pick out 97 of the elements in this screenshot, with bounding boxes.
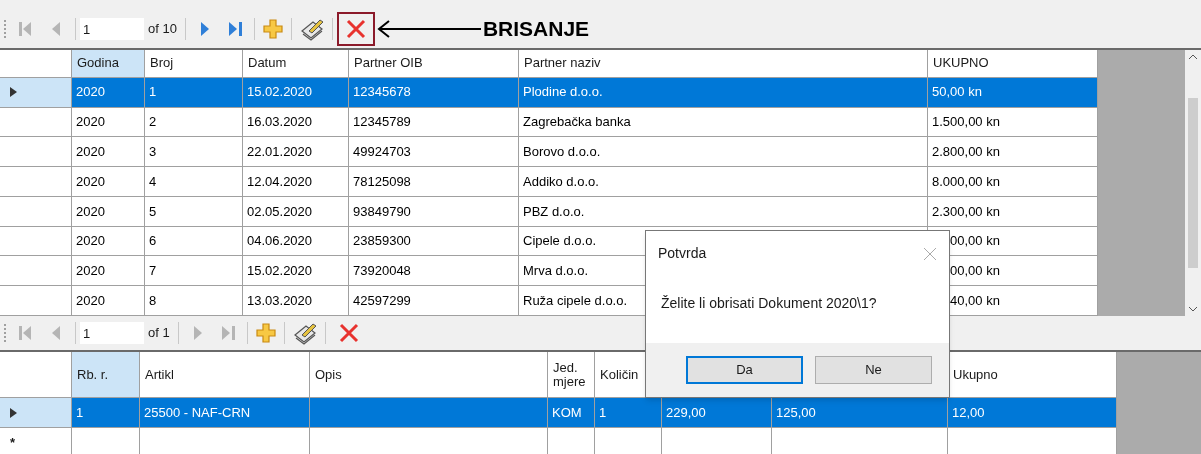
page-count: of 1 [147,324,171,343]
position-field[interactable]: 1 [80,322,144,344]
table-cell: 12345678 [349,77,519,108]
grid-corner [0,352,72,398]
scroll-up-icon[interactable] [1189,54,1197,59]
table-cell [72,428,140,454]
table-cell: 42597299 [349,286,519,316]
row-header[interactable] [0,226,72,257]
table-cell: 2020 [72,167,145,197]
scroll-down-icon[interactable] [1189,307,1197,312]
table-cell: 02.05.2020 [243,196,349,227]
table-cell: Zagrebačka banka [519,107,928,138]
table-cell: 1.500,00 kn [928,107,1098,138]
table-cell: 2020 [72,107,145,138]
plus-icon[interactable] [261,18,284,40]
row-header[interactable] [0,256,72,287]
table-cell: 125,00 [772,398,948,428]
table-cell: PBZ d.o.o. [519,196,928,227]
table-cell: 16.03.2020 [243,107,349,138]
table-cell: 2020 [72,286,145,316]
table-cell: 23859300 [349,226,519,257]
table-cell: 2 [145,107,243,138]
table-cell: 2020 [72,196,145,227]
grip-icon [4,19,7,39]
column-header[interactable]: UKUPNO [928,50,1098,78]
table-cell: 8.000,00 kn [928,167,1098,197]
table-cell: 13.03.2020 [243,286,349,316]
table-cell: 49924703 [349,137,519,168]
table-cell: Borovo d.o.o. [519,137,928,168]
annotation-label: BRISANJE [482,16,590,43]
arrow-icon [376,19,481,39]
column-header[interactable]: Jed. mjere [548,352,595,398]
table-cell: 50,00 kn [928,77,1098,108]
table-cell [595,428,662,454]
table-cell: 229,00 [662,398,772,428]
column-header[interactable]: Rb. r. [72,352,140,398]
dialog-message: Želite li obrisati Dokument 2020\1? [661,294,877,313]
table-cell: 12345789 [349,107,519,138]
current-row-icon [10,87,17,98]
plus-icon[interactable] [254,322,277,344]
table-cell: 12,00 [948,398,1117,428]
column-header[interactable]: Broj [145,50,243,78]
column-header[interactable]: Opis [310,352,548,398]
close-x-icon [344,18,367,40]
table-cell: 2020 [72,256,145,287]
table-cell: 2020 [72,226,145,257]
position-field[interactable]: 1 [80,18,144,40]
table-cell: Plodine d.o.o. [519,77,928,108]
column-header[interactable]: Ukupno [948,352,1117,398]
table-cell: 22.01.2020 [243,137,349,168]
table-cell [548,428,595,454]
row-header[interactable] [0,137,72,168]
row-header[interactable] [0,77,72,108]
grip-icon [4,323,7,343]
table-cell: 25500 - NAF-CRN [140,398,310,428]
grid-corner [0,50,72,78]
row-header[interactable]: * [0,428,72,454]
table-cell: 15.02.2020 [243,256,349,287]
table-cell: 3 [145,137,243,168]
row-header[interactable] [0,398,72,428]
column-header[interactable]: Artikl [140,352,310,398]
close-x-icon [337,322,360,344]
table-cell: 78125098 [349,167,519,197]
table-cell: 04.06.2020 [243,226,349,257]
row-header[interactable] [0,107,72,138]
table-cell: 1 [595,398,662,428]
dialog-button[interactable]: Da [686,356,803,384]
table-cell: 15.02.2020 [243,77,349,108]
delete-button[interactable] [336,12,375,46]
table-cell: 2.800,00 kn [928,137,1098,168]
table-cell: 2020 [72,137,145,168]
table-cell: 2020 [72,77,145,108]
table-cell: 73920048 [349,256,519,287]
table-cell: 93849790 [349,196,519,227]
table-cell: 12.04.2020 [243,167,349,197]
table-cell: KOM [548,398,595,428]
table-cell: 7 [145,256,243,287]
row-header[interactable] [0,167,72,197]
row-header[interactable] [0,286,72,316]
new-row-marker: * [10,434,16,453]
row-header[interactable] [0,196,72,227]
table-cell: 1 [72,398,140,428]
column-header[interactable]: Partner OIB [349,50,519,78]
dialog-button[interactable]: Ne [815,356,932,384]
table-cell: Addiko d.o.o. [519,167,928,197]
table-cell: 6 [145,226,243,257]
column-header[interactable]: Godina [72,50,145,78]
column-header[interactable]: Datum [243,50,349,78]
table-cell: 8 [145,286,243,316]
table-cell: 2.300,00 kn [928,196,1098,227]
table-cell: 5 [145,196,243,227]
current-row-icon [10,407,17,418]
column-header[interactable]: Partner naziv [519,50,928,78]
page-count: of 10 [147,20,178,39]
close-icon[interactable] [923,246,937,261]
table-cell: 4 [145,167,243,197]
table-cell: 1 [145,77,243,108]
